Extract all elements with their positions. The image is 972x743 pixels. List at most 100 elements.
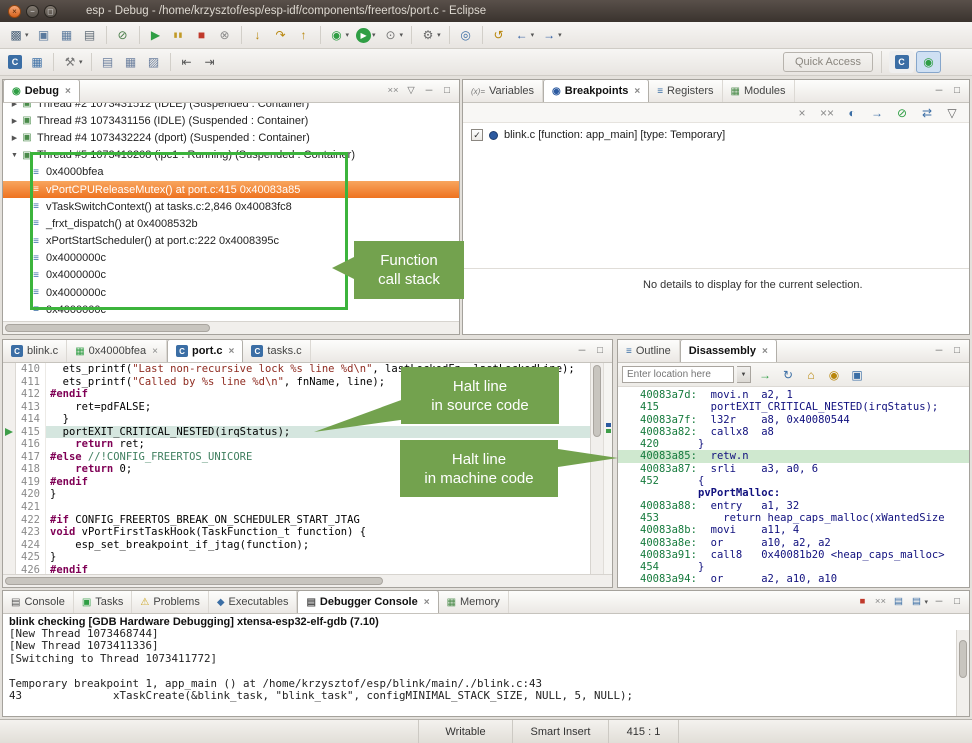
display-selected-console-button[interactable]: ▤ — [890, 593, 906, 611]
close-icon[interactable]: × — [762, 346, 768, 357]
chevron-collapsed-icon[interactable]: ▶ — [9, 117, 20, 125]
debug-stack-frame-row[interactable]: ≡_frxt_dispatch() at 0x4008532b — [3, 215, 459, 232]
external-tools-button[interactable]: ⚙▾ — [417, 24, 444, 46]
debug-stack-frame-row[interactable]: ≡0x4000000c — [3, 301, 459, 318]
editor-horizontal-scrollbar[interactable] — [3, 574, 612, 587]
editor-tab-tasks-c[interactable]: Ctasks.c — [243, 340, 310, 362]
window-minimize-button[interactable]: − — [26, 5, 39, 18]
toggle-mark-occurrences-button[interactable]: ▨ — [143, 51, 165, 73]
close-icon[interactable]: × — [634, 86, 640, 97]
disassembly-line[interactable]: 40083a88: entry a1, 32 — [618, 500, 969, 512]
scrollbar-thumb[interactable] — [5, 324, 210, 332]
debug-stack-frame-row[interactable]: ≡vTaskSwitchContext() at tasks.c:2,846 0… — [3, 198, 459, 215]
code-line[interactable]: 415 portEXIT_CRITICAL_NESTED(irqStatus); — [3, 426, 590, 439]
code-line[interactable]: 426#endif — [3, 564, 590, 574]
maximize-button[interactable]: □ — [592, 342, 608, 360]
maximize-button[interactable]: □ — [949, 593, 965, 611]
disassembly-line[interactable]: 40083a91: call8 0x40081b20 <heap_caps_ma… — [618, 549, 969, 561]
forward-button[interactable]: →▾ — [538, 24, 565, 46]
overview-mark[interactable] — [606, 429, 611, 433]
code-line[interactable]: 424 esp_set_breakpoint_if_jtag(function)… — [3, 539, 590, 552]
disassembly-line[interactable]: 40083a87: srli a3, a0, 6 — [618, 463, 969, 475]
disassembly-line[interactable]: 453 return heap_caps_malloc(xWantedSize — [618, 512, 969, 524]
close-icon[interactable]: × — [152, 346, 158, 357]
show-breakpoints-for-selection-button[interactable]: ◐ — [841, 102, 863, 124]
link-with-debug-view-button[interactable]: ⇄ — [916, 102, 938, 124]
breakpoints-list[interactable]: ✓ blink.c [function: app_main] [type: Te… — [463, 123, 969, 268]
disassembly-line[interactable]: 415 portEXIT_CRITICAL_NESTED(irqStatus); — [618, 401, 969, 413]
window-maximize-button[interactable]: ◻ — [44, 5, 57, 18]
disassembly-line[interactable]: 40083a7f: l32r a8, 0x40080544 — [618, 414, 969, 426]
terminate-console-button[interactable]: ■ — [854, 593, 870, 611]
profile-button[interactable]: ⊙▾ — [380, 24, 407, 46]
toggle-breakpoint-button[interactable]: ◉ — [823, 364, 845, 386]
resume-button[interactable]: ▶ — [145, 24, 167, 46]
debug-stack-frame-row[interactable]: ≡0x4000bfea — [3, 164, 459, 181]
editor-vertical-scrollbar[interactable] — [590, 363, 603, 574]
debug-thread-row[interactable]: ▼▣Thread #5 1073410208 (ipc1 : Running) … — [3, 147, 459, 164]
disassembly-line[interactable]: pvPortMalloc: — [618, 487, 969, 499]
open-grid-view-button[interactable]: ▦ — [120, 51, 142, 73]
remove-launch-button[interactable]: ×× — [872, 593, 888, 611]
disassembly-line[interactable]: 454} — [618, 561, 969, 573]
refresh-view-button[interactable]: ↻ — [777, 364, 799, 386]
disassembly-line[interactable]: 40083a82: callx8 a8 — [618, 426, 969, 438]
disassembly-line[interactable]: 40083a85: retw.n — [618, 450, 969, 462]
close-icon[interactable]: × — [65, 86, 71, 97]
remove-all-terminated-button[interactable]: ×× — [385, 82, 401, 100]
run-button[interactable]: ▶▾ — [353, 24, 379, 46]
location-dropdown-arrow[interactable]: ▼ — [737, 366, 751, 383]
maximize-button[interactable]: □ — [949, 82, 965, 100]
disassembly-line[interactable]: 40083a8e: or a10, a2, a2 — [618, 537, 969, 549]
skip-all-breakpoints-button[interactable]: ⊘ — [112, 24, 134, 46]
skip-all-breakpoints-button[interactable]: ⊘ — [891, 102, 913, 124]
minimize-button[interactable]: ─ — [574, 342, 590, 360]
breakpoints-view-menu-button[interactable]: ▽ — [941, 102, 963, 124]
console-output[interactable]: [New Thread 1073468744][New Thread 10734… — [3, 628, 969, 716]
console-tab-tasks[interactable]: ▣Tasks — [74, 591, 133, 613]
pin-view-button[interactable]: ▣ — [846, 364, 868, 386]
maximize-button[interactable]: □ — [949, 342, 965, 360]
close-icon[interactable]: × — [424, 597, 430, 608]
minimize-button[interactable]: ─ — [931, 342, 947, 360]
disassembly-line[interactable]: 40083a8b: movi a11, 4 — [618, 524, 969, 536]
code-line[interactable]: 421 — [3, 501, 590, 514]
print-button[interactable]: ▤ — [79, 24, 101, 46]
disconnect-button[interactable]: ⊗ — [214, 24, 236, 46]
overview-mark[interactable] — [606, 423, 611, 427]
editor-tab-0x4000bfea[interactable]: ▦0x4000bfea× — [67, 340, 167, 362]
location-input[interactable] — [622, 366, 734, 383]
scrollbar-thumb[interactable] — [959, 640, 967, 678]
minimize-button[interactable]: ─ — [931, 82, 947, 100]
step-return-button[interactable]: ↑ — [293, 24, 315, 46]
minimize-button[interactable]: ─ — [931, 593, 947, 611]
previous-edit-button[interactable]: ⇤ — [176, 51, 198, 73]
open-console-view-button[interactable]: ▤ — [97, 51, 119, 73]
step-over-button[interactable]: ↷ — [270, 24, 292, 46]
step-into-button[interactable]: ↓ — [247, 24, 269, 46]
minimize-button[interactable]: ─ — [421, 82, 437, 100]
new-c-file-button[interactable]: C — [5, 51, 25, 73]
console-tab-memory[interactable]: ▦Memory — [439, 591, 509, 613]
quick-access-button[interactable]: Quick Access — [783, 52, 873, 72]
debug-button[interactable]: ◉▾ — [326, 24, 353, 46]
debug-tab-debug[interactable]: ◉Debug× — [3, 79, 80, 102]
search-button[interactable]: ◎ — [455, 24, 477, 46]
debug-horizontal-scrollbar[interactable] — [3, 321, 459, 334]
back-button[interactable]: ←▾ — [511, 24, 538, 46]
debug-thread-row[interactable]: ▶▣Thread #4 1073432224 (dport) (Suspende… — [3, 129, 459, 146]
chevron-expanded-icon[interactable]: ▼ — [9, 152, 20, 159]
debug-thread-row[interactable]: ▶▣Thread #2 1073431512 (IDLE) (Suspended… — [3, 103, 459, 112]
chevron-collapsed-icon[interactable]: ▶ — [9, 103, 20, 108]
last-edit-location-button[interactable]: ↺ — [488, 24, 510, 46]
new-c-project-button[interactable]: ▦ — [26, 51, 48, 73]
view-tab-breakpoints[interactable]: ◉Breakpoints× — [543, 79, 649, 102]
terminate-button[interactable]: ■ — [191, 24, 213, 46]
home-button[interactable]: ⌂ — [800, 364, 822, 386]
code-line[interactable]: 423void vPortFirstTaskHook(TaskFunction_… — [3, 526, 590, 539]
disassembly-line[interactable]: 452{ — [618, 475, 969, 487]
disassembly-line[interactable]: 40083a94: or a2, a10, a10 — [618, 573, 969, 585]
view-tab-disassembly[interactable]: Disassembly× — [680, 339, 777, 362]
code-line[interactable]: 422#if CONFIG_FREERTOS_BREAK_ON_SCHEDULE… — [3, 514, 590, 527]
new-wizard-button[interactable]: ▩▾ — [5, 24, 32, 46]
